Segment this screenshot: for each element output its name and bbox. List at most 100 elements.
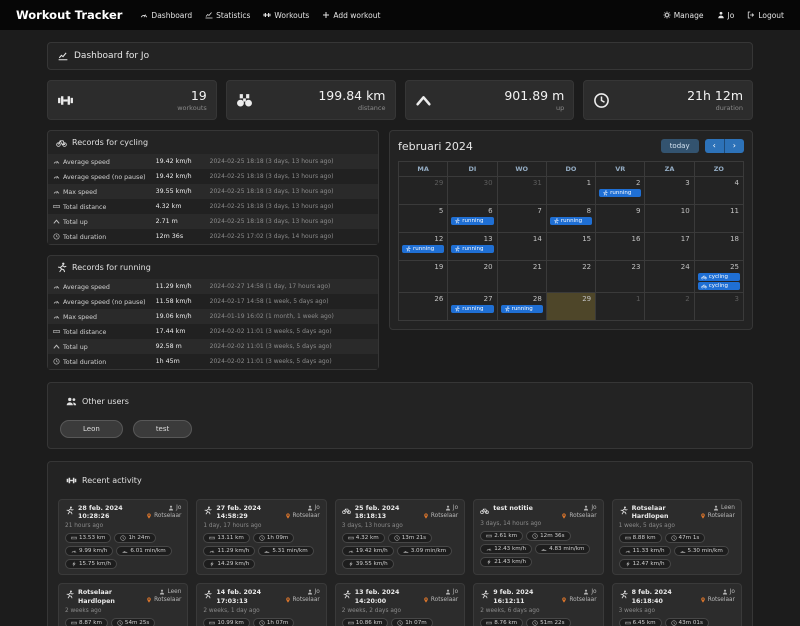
- activity-card[interactable]: 28 feb. 2024 10:28:26 Jo Rotselaar 21 hour…: [58, 499, 189, 576]
- user-name: Jo: [176, 505, 182, 511]
- user-button-leon[interactable]: Leon: [60, 420, 123, 438]
- calendar-day[interactable]: 12 running: [397, 232, 449, 261]
- day-number: 15: [582, 235, 592, 243]
- calendar-day[interactable]: 5: [397, 204, 449, 233]
- dashboard-header: Dashboard for Jo: [47, 42, 753, 70]
- calendar-day[interactable]: 19: [397, 260, 449, 293]
- calendar-day[interactable]: 2 running: [595, 176, 646, 205]
- calendar-day[interactable]: 25 cycling cycling: [693, 260, 745, 293]
- activity-card[interactable]: 8 feb. 2024 16:18:40 Jo Rotselaar 3 weeks …: [611, 583, 742, 626]
- calendar-day[interactable]: 31: [496, 176, 547, 205]
- calendar-workout-badge[interactable]: cycling: [697, 273, 740, 281]
- record-value: 2.71 m: [155, 218, 178, 225]
- avg-speed-badge: 9.99 km/h: [65, 546, 114, 557]
- day-number: 24: [680, 263, 690, 271]
- activity-title: 27 feb. 2024 14:58:29: [216, 505, 261, 521]
- pace-badge: 5.30 min/km: [673, 546, 729, 557]
- nav-workouts[interactable]: Workouts: [263, 11, 309, 20]
- activity-time-ago: 2 weeks, 6 days ago: [480, 607, 540, 614]
- nav-manage[interactable]: Manage: [663, 11, 704, 20]
- location-pin-icon: [423, 597, 429, 603]
- activity-card[interactable]: 9 feb. 2024 16:12:11 Jo Rotselaar 2 weeks,…: [473, 583, 604, 626]
- activity-card[interactable]: 25 feb. 2024 18:18:13 Jo Rotselaar 3 days,…: [334, 499, 466, 576]
- calendar-day[interactable]: 29: [397, 176, 449, 205]
- activity-card[interactable]: Rotselaar Hardlopen Leen Rotselaar 1 week,…: [611, 499, 742, 576]
- calendar-day[interactable]: 1: [595, 292, 646, 321]
- calendar-day[interactable]: 26: [397, 292, 449, 321]
- ruler-icon: [625, 535, 631, 541]
- calendar-day[interactable]: 3: [693, 292, 745, 321]
- record-row: Total duration 1h 45m 2024-02-02 11:01 (3 …: [48, 354, 378, 369]
- distance-badge: 13.11 km: [203, 533, 250, 544]
- stat-value: 8.88 km: [632, 535, 656, 542]
- activity-card[interactable]: test notitie Jo Rotselaar 3 days, 14 hours…: [473, 499, 604, 576]
- user-name: Leen: [721, 505, 735, 511]
- running-icon: [405, 246, 411, 252]
- badge-label: cycling: [708, 283, 729, 289]
- calendar-day[interactable]: 28 running: [496, 292, 547, 321]
- calendar-workout-badge[interactable]: running: [549, 217, 593, 225]
- nav-add-workout[interactable]: Add workout: [322, 11, 380, 20]
- calendar-day[interactable]: 6 running: [447, 204, 498, 233]
- calendar-workout-badge[interactable]: running: [451, 305, 494, 313]
- nav-right-links: Manage Jo Logout: [663, 11, 784, 20]
- stat-value: 14.29 km/h: [217, 561, 250, 568]
- calendar-day[interactable]: 8 running: [545, 204, 597, 233]
- running-icon: [56, 262, 67, 273]
- calendar-day[interactable]: 11: [693, 204, 745, 233]
- calendar-day[interactable]: 16: [595, 232, 646, 261]
- calendar-day[interactable]: 15: [545, 232, 597, 261]
- calendar-day[interactable]: 3: [644, 176, 695, 205]
- bolt-icon: [348, 561, 354, 567]
- calendar-day[interactable]: 1: [545, 176, 597, 205]
- calendar-prev-button[interactable]: ‹: [704, 139, 725, 153]
- calendar-day[interactable]: 2: [644, 292, 695, 321]
- calendar-day[interactable]: 14: [496, 232, 547, 261]
- activity-card[interactable]: 27 feb. 2024 14:58:29 Jo Rotselaar 1 day, …: [196, 499, 327, 576]
- calendar-day[interactable]: 20: [447, 260, 498, 293]
- chart-icon: [205, 11, 213, 19]
- running-icon: [602, 190, 608, 196]
- distance-badge: 8.88 km: [618, 533, 662, 544]
- calendar-day-today[interactable]: 29: [545, 292, 597, 321]
- calendar-day[interactable]: 24: [644, 260, 695, 293]
- calendar-day[interactable]: 4: [693, 176, 745, 205]
- user-button-test[interactable]: test: [132, 420, 193, 438]
- activity-card[interactable]: Rotselaar Hardlopen Leen Rotselaar 2 weeks…: [58, 583, 189, 626]
- calendar-workout-badge[interactable]: running: [451, 245, 494, 253]
- record-value: 1h 45m: [155, 358, 180, 365]
- gauge-icon: [53, 188, 60, 195]
- nav-dashboard[interactable]: Dashboard: [140, 11, 192, 20]
- calendar-day[interactable]: 13 running: [447, 232, 498, 261]
- activity-card[interactable]: 13 feb. 2024 14:20:00 Jo Rotselaar 2 weeks…: [334, 583, 466, 626]
- record-row: Average speed (no pause) 19.42 km/h 2024-0…: [48, 169, 378, 184]
- ruler-icon: [486, 533, 492, 539]
- calendar-day[interactable]: 17: [644, 232, 695, 261]
- calendar-workout-badge[interactable]: running: [451, 217, 494, 225]
- calendar-day[interactable]: 22: [545, 260, 597, 293]
- calendar-day[interactable]: 21: [496, 260, 547, 293]
- calendar-next-button[interactable]: ›: [724, 139, 744, 153]
- calendar-day[interactable]: 30: [447, 176, 498, 205]
- calendar-workout-badge[interactable]: running: [599, 189, 642, 197]
- activity-card[interactable]: 14 feb. 2024 17:03:13 Jo Rotselaar 2 weeks…: [196, 583, 327, 626]
- stat-card-distance: 199.84 km distance: [225, 80, 396, 120]
- calendar-day[interactable]: 10: [644, 204, 695, 233]
- calendar-workout-badge[interactable]: running: [402, 245, 445, 253]
- gauge-icon: [486, 546, 492, 552]
- calendar-day[interactable]: 18: [693, 232, 745, 261]
- calendar-day[interactable]: 23: [595, 260, 646, 293]
- record-row: Total up 2.71 m 2024-02-25 18:18 (3 days, …: [48, 214, 378, 229]
- stat-value: 901.89 m: [504, 88, 565, 103]
- calendar-day[interactable]: 27 running: [447, 292, 498, 321]
- record-label: Total duration: [63, 233, 107, 241]
- calendar-day[interactable]: 9: [595, 204, 646, 233]
- calendar-workout-badge[interactable]: running: [500, 305, 543, 313]
- nav-logout[interactable]: Logout: [747, 11, 784, 20]
- location-name: Rotselaar: [292, 597, 320, 604]
- calendar-workout-badge[interactable]: cycling: [697, 282, 740, 290]
- calendar-day[interactable]: 7: [496, 204, 547, 233]
- calendar-today-button[interactable]: today: [660, 139, 699, 153]
- nav-user-jo[interactable]: Jo: [717, 11, 734, 20]
- nav-statistics[interactable]: Statistics: [205, 11, 250, 20]
